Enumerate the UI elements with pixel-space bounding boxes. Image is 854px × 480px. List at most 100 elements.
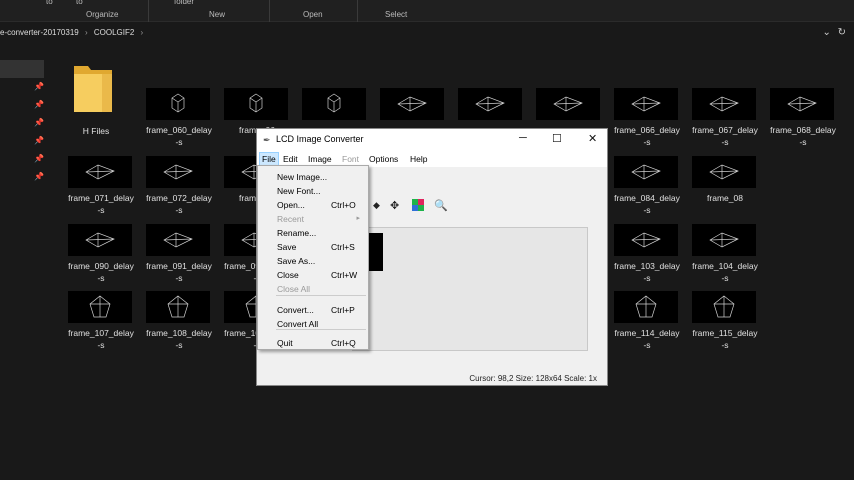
file-menu-dropdown: New Image... New Font... Open... Ctrl+O Rece… (257, 165, 369, 350)
menu-item-label: Close (277, 270, 299, 280)
breadcrumb-item[interactable]: e-converter-20170319 (0, 28, 79, 37)
file-menu-item[interactable]: Save As... (258, 254, 368, 268)
file-tile[interactable]: frame_115_delay -s (688, 291, 762, 353)
pin-icon[interactable]: 📌 (34, 100, 44, 109)
file-menu-item[interactable]: Close All (258, 282, 368, 296)
close-icon[interactable]: ✕ (588, 132, 597, 145)
menu-options[interactable]: Options (369, 154, 398, 164)
file-tile[interactable]: frame_091_delay -s (142, 224, 216, 286)
file-name: frame_068_delay -s (766, 124, 840, 148)
file-menu-item[interactable]: Quit Ctrl+Q (258, 336, 368, 350)
file-name: frame_08 (688, 192, 762, 204)
file-thumbnail (614, 291, 678, 323)
chevron-right-icon[interactable]: › (141, 28, 144, 37)
file-thumbnail (770, 88, 834, 120)
menu-item-shortcut: Ctrl+Q (331, 338, 356, 348)
ribbon-group-open: Open (303, 10, 323, 19)
file-name-suffix: -s (643, 273, 651, 283)
file-name-suffix: -s (175, 137, 183, 147)
ribbon-divider (357, 0, 358, 22)
file-name-line: frame_08 (707, 193, 743, 203)
file-tile[interactable]: frame_060_delay -s (142, 88, 216, 150)
pin-icon[interactable]: 📌 (34, 118, 44, 127)
file-thumbnail (692, 291, 756, 323)
menu-edit[interactable]: Edit (283, 154, 298, 164)
brush-icon[interactable]: ◆ (373, 200, 380, 211)
file-menu-item[interactable]: Rename... (258, 226, 368, 240)
file-menu-item[interactable]: Convert... Ctrl+P (258, 303, 368, 317)
file-tile[interactable]: frame_072_delay -s (142, 156, 216, 218)
file-tile[interactable]: frame_067_delay -s (688, 88, 762, 150)
file-thumbnail (692, 224, 756, 256)
minimize-icon[interactable]: ─ (519, 132, 527, 144)
file-thumbnail (68, 156, 132, 188)
file-thumbnail (146, 291, 210, 323)
ribbon-fragment[interactable]: to (46, 0, 53, 6)
menu-file[interactable]: File (259, 152, 279, 166)
file-tile[interactable]: frame_104_delay -s (688, 224, 762, 286)
file-tile[interactable]: frame_090_delay -s (64, 224, 138, 286)
ribbon-group-select: Select (385, 10, 408, 19)
file-name: frame_107_delay -s (64, 327, 138, 351)
breadcrumb-item[interactable]: COOLGIF2 (94, 28, 134, 37)
ribbon-divider (148, 0, 149, 22)
file-name: frame_067_delay -s (688, 124, 762, 148)
file-menu-item[interactable]: Save Ctrl+S (258, 240, 368, 254)
menu-item-label: New Font... (277, 186, 321, 196)
dropdown-icon[interactable]: ⌄ (822, 27, 830, 38)
folder-label[interactable]: H Files (64, 126, 128, 136)
file-menu-item[interactable]: Recent ▸ (258, 212, 368, 226)
file-name: frame_114_delay -s (610, 327, 684, 351)
folder-icon[interactable] (72, 60, 114, 114)
maximize-icon[interactable]: ☐ (552, 132, 562, 145)
file-name-line: frame_108_delay (146, 328, 212, 338)
pin-icon[interactable]: 📌 (34, 172, 44, 181)
file-tile[interactable]: frame_108_delay -s (142, 291, 216, 353)
file-tile[interactable]: frame_103_delay -s (610, 224, 684, 286)
zoom-icon[interactable]: 🔍 (434, 199, 448, 212)
menu-item-shortcut: Ctrl+W (331, 270, 358, 280)
color-icon[interactable] (412, 199, 424, 214)
refresh-icon[interactable]: ↻ (838, 27, 846, 38)
pin-icon[interactable]: 📌 (34, 136, 44, 145)
file-thumbnail (146, 156, 210, 188)
file-tile[interactable]: frame_071_delay -s (64, 156, 138, 218)
file-name-suffix: -s (97, 205, 105, 215)
file-name-suffix: -s (721, 340, 729, 350)
image-canvas[interactable] (352, 227, 588, 351)
menu-help[interactable]: Help (410, 154, 427, 164)
file-menu-item[interactable]: Open... Ctrl+O (258, 198, 368, 212)
menu-font[interactable]: Font (342, 154, 359, 164)
file-name-line: frame_104_delay (692, 261, 758, 271)
file-tile[interactable]: frame_08 (688, 156, 762, 218)
menu-image[interactable]: Image (308, 154, 332, 164)
address-bar[interactable]: e-converter-20170319 › COOLGIF2 › ⌄ ↻ (0, 26, 854, 42)
file-menu-item[interactable]: New Image... (258, 170, 368, 184)
file-name: frame_084_delay -s (610, 192, 684, 216)
pin-icon[interactable]: 📌 (34, 82, 44, 91)
file-tile[interactable]: frame_107_delay -s (64, 291, 138, 353)
file-thumbnail (380, 88, 444, 120)
image-pixels (369, 233, 383, 271)
file-menu-item[interactable]: New Font... (258, 184, 368, 198)
chevron-right-icon[interactable]: › (85, 28, 88, 37)
file-name-suffix: -s (643, 137, 651, 147)
file-tile[interactable]: frame_068_delay -s (766, 88, 840, 150)
file-name: frame_108_delay -s (142, 327, 216, 351)
move-icon[interactable]: ✥ (390, 199, 399, 212)
file-name: frame_103_delay -s (610, 260, 684, 284)
ribbon-fragment[interactable]: to (76, 0, 83, 6)
pin-icon[interactable]: 📌 (34, 154, 44, 163)
menu-item-label: Quit (277, 338, 293, 348)
file-name-suffix: -s (97, 273, 105, 283)
nav-selected-item[interactable] (0, 60, 44, 78)
file-menu-item[interactable]: Close Ctrl+W (258, 268, 368, 282)
file-tile[interactable]: frame_066_delay -s (610, 88, 684, 150)
ribbon-fragment[interactable]: folder (174, 0, 194, 6)
status-bar: Cursor: 98,2 Size: 128x64 Scale: 1x (257, 371, 607, 387)
file-name-suffix: -s (175, 205, 183, 215)
title-bar[interactable]: ✒ LCD Image Converter ─ ☐ ✕ (257, 129, 607, 151)
file-tile[interactable]: frame_114_delay -s (610, 291, 684, 353)
file-thumbnail (146, 88, 210, 120)
file-tile[interactable]: frame_084_delay -s (610, 156, 684, 218)
